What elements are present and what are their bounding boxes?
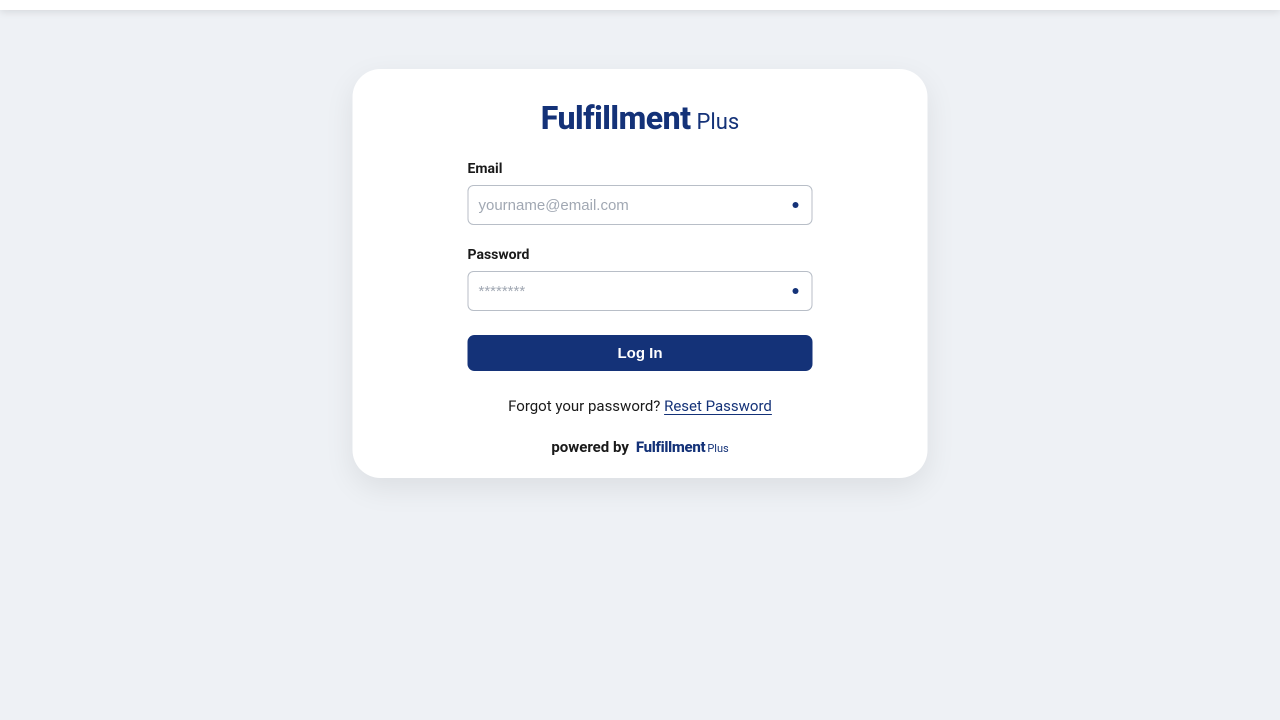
password-field[interactable] — [468, 271, 813, 311]
powered-by-text: powered by — [551, 438, 629, 456]
email-input-wrapper — [468, 185, 813, 225]
footer-logo: FulfillmentPlus — [636, 437, 729, 456]
password-field-group: Password — [468, 247, 813, 311]
forgot-password-row: Forgot your password? Reset Password — [468, 397, 813, 415]
required-indicator-icon — [793, 288, 799, 294]
login-button[interactable]: Log In — [468, 335, 813, 371]
email-label: Email — [468, 161, 813, 177]
required-indicator-icon — [793, 202, 799, 208]
logo-sub-text: Plus — [696, 110, 739, 135]
top-bar — [0, 0, 1280, 10]
logo-main-text: Fulfillment — [541, 99, 691, 137]
login-card: Fulfillment Plus Email Password Log In F… — [353, 69, 928, 478]
email-field-group: Email — [468, 161, 813, 225]
footer-logo-main: Fulfillment — [636, 438, 705, 456]
brand-logo: Fulfillment Plus — [468, 99, 813, 137]
powered-by-row: powered by FulfillmentPlus — [468, 437, 813, 456]
reset-password-link[interactable]: Reset Password — [664, 397, 772, 415]
footer-logo-sub: Plus — [707, 442, 728, 455]
password-label: Password — [468, 247, 813, 263]
forgot-question: Forgot your password? — [508, 397, 664, 415]
email-field[interactable] — [468, 185, 813, 225]
password-input-wrapper — [468, 271, 813, 311]
